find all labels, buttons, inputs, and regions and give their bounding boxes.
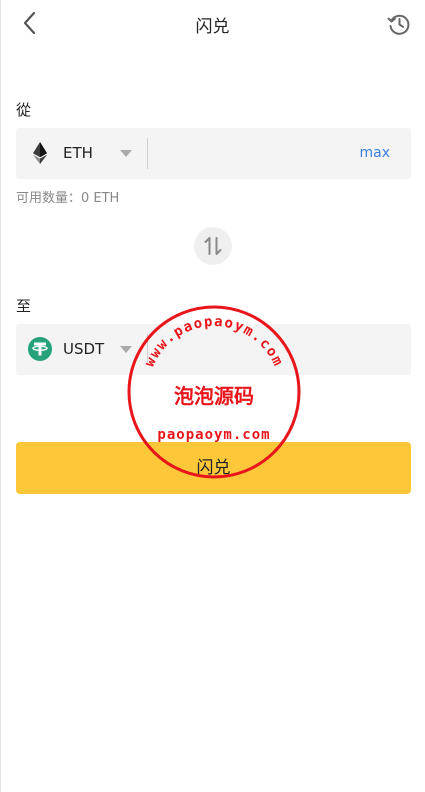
to-token-symbol[interactable]: USDT	[63, 340, 104, 358]
ethereum-icon	[33, 142, 47, 164]
from-token-row: ETH max	[16, 128, 411, 179]
to-token-row: USDT	[16, 324, 411, 375]
to-amount-input[interactable]	[156, 334, 350, 367]
watermark-middle-text: 泡泡源码	[174, 384, 254, 408]
switch-direction-button[interactable]	[194, 227, 232, 265]
available-balance: 可用数量：0 ETH	[16, 191, 120, 206]
from-token-dropdown-icon[interactable]	[120, 150, 132, 157]
watermark-bottom-text: paopaoym.com	[157, 427, 270, 443]
from-label: 從	[16, 101, 32, 119]
from-amount-input[interactable]	[156, 138, 350, 171]
max-button[interactable]: max	[359, 145, 390, 161]
from-token-symbol[interactable]: ETH	[63, 144, 93, 162]
page-title: 闪兑	[195, 17, 230, 37]
swap-button[interactable]: 闪兑	[16, 442, 411, 494]
history-icon[interactable]	[386, 11, 412, 37]
tether-icon	[28, 337, 52, 361]
to-token-dropdown-icon[interactable]	[120, 346, 132, 353]
from-divider	[147, 138, 148, 169]
swap-arrows-icon	[204, 237, 222, 255]
left-edge-line	[0, 0, 1, 792]
header: 闪兑	[0, 0, 425, 48]
to-label: 至	[16, 297, 32, 315]
to-divider	[147, 334, 148, 365]
